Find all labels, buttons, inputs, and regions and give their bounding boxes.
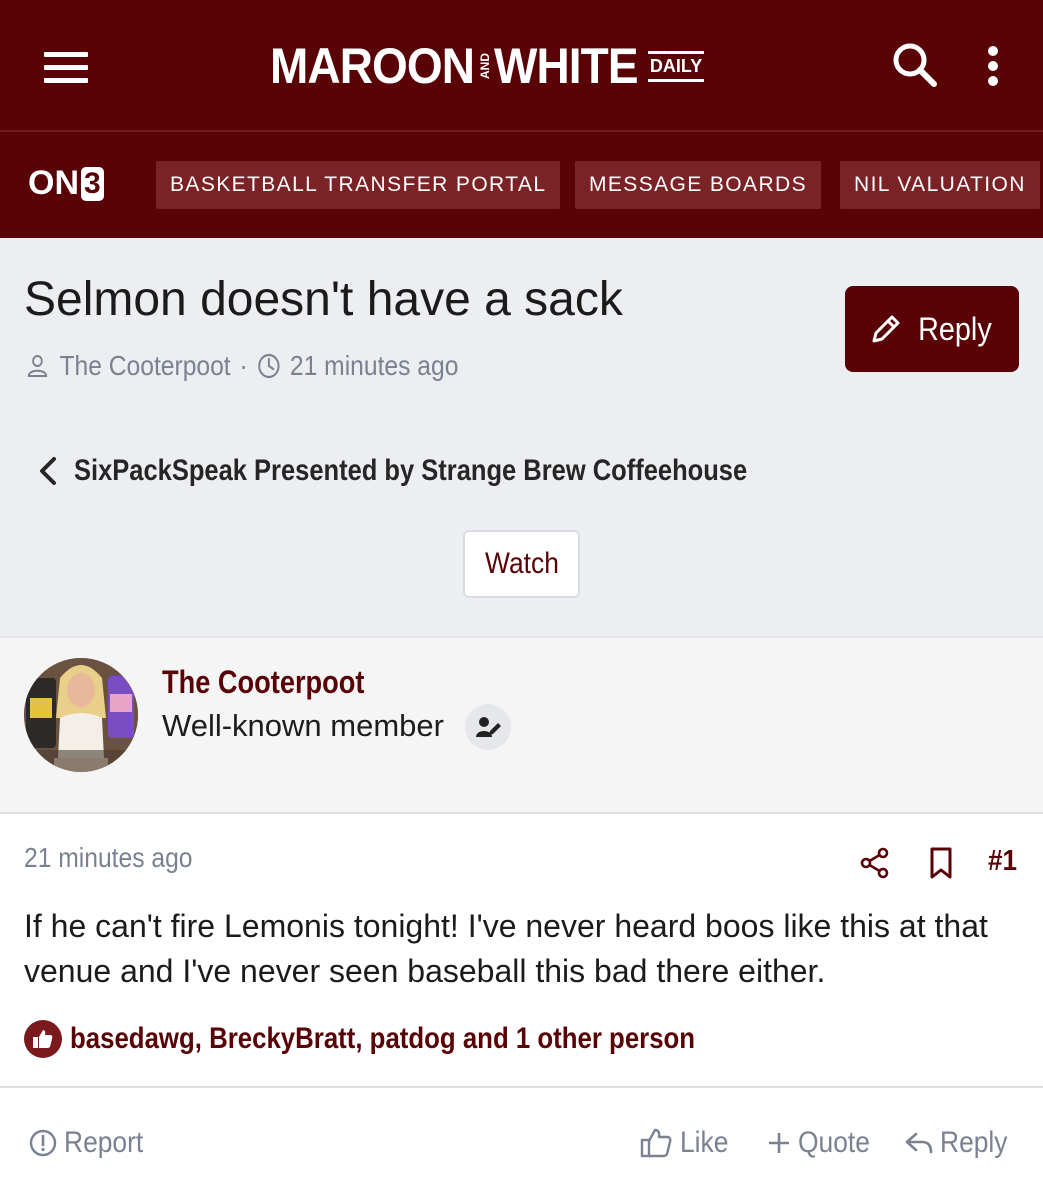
reactions-summary[interactable]: basedawg, BreckyBratt, patdog and 1 othe… bbox=[24, 1020, 797, 1058]
reply-button[interactable]: Reply bbox=[845, 286, 1019, 372]
on3-brand-number: 3 bbox=[81, 166, 104, 201]
bookmark-icon[interactable] bbox=[926, 846, 956, 880]
watch-button[interactable]: Watch bbox=[463, 530, 580, 598]
nav-item-message-boards[interactable]: MESSAGE BOARDS bbox=[575, 161, 821, 209]
quote-button[interactable]: Quote bbox=[766, 1126, 880, 1160]
alert-circle-icon bbox=[29, 1129, 57, 1157]
post-time[interactable]: 21 minutes ago bbox=[24, 842, 192, 874]
report-button[interactable]: Report bbox=[28, 1126, 154, 1160]
menu-icon[interactable] bbox=[40, 48, 92, 88]
reactions-names: basedawg, BreckyBratt, patdog and 1 othe… bbox=[70, 1022, 696, 1055]
site-logo[interactable]: MAROON AND WHITE DAILY bbox=[270, 38, 705, 94]
post-divider bbox=[0, 1086, 1043, 1088]
reply-post-button[interactable]: Reply bbox=[904, 1126, 1017, 1160]
meta-separator: · bbox=[239, 350, 248, 381]
quote-label: Quote bbox=[798, 1126, 870, 1159]
like-label: Like bbox=[680, 1126, 729, 1159]
logo-word-white: WHITE bbox=[493, 38, 639, 94]
user-title: Well-known member bbox=[162, 708, 444, 743]
reply-arrow-icon bbox=[905, 1132, 933, 1154]
plus-icon bbox=[769, 1133, 789, 1153]
nav-item-nil-valuation[interactable]: NIL VALUATION bbox=[840, 161, 1040, 209]
post-number-link[interactable]: #1 bbox=[988, 845, 1017, 878]
search-icon[interactable] bbox=[888, 38, 944, 94]
on3-brand: ON bbox=[28, 164, 79, 202]
user-edit-badge-icon bbox=[465, 704, 511, 750]
user-icon bbox=[27, 355, 48, 377]
logo-and: AND bbox=[477, 53, 492, 79]
breadcrumb-forum-link[interactable]: SixPackSpeak Presented by Strange Brew C… bbox=[38, 454, 866, 488]
report-label: Report bbox=[64, 1126, 144, 1159]
watch-button-label: Watch bbox=[484, 547, 559, 580]
like-button[interactable]: Like bbox=[640, 1126, 735, 1160]
thread-author[interactable]: The Cooterpoot bbox=[59, 350, 230, 382]
thread-title: Selmon doesn't have a sack bbox=[24, 273, 623, 326]
thumbs-up-reaction-icon bbox=[24, 1020, 62, 1058]
share-icon[interactable] bbox=[858, 846, 892, 880]
logo-daily: DAILY bbox=[647, 50, 705, 82]
post-username[interactable]: The Cooterpoot bbox=[162, 664, 364, 701]
avatar[interactable] bbox=[24, 658, 138, 772]
post-user-block bbox=[0, 636, 1043, 814]
thread-time[interactable]: 21 minutes ago bbox=[290, 350, 458, 382]
breadcrumb-label: SixPackSpeak Presented by Strange Brew C… bbox=[74, 454, 748, 487]
thumbs-up-icon bbox=[640, 1128, 672, 1158]
more-options-icon[interactable] bbox=[976, 40, 1010, 92]
thread-meta: The Cooterpoot · 21 minutes ago bbox=[26, 350, 458, 382]
nav-item-basketball-transfer-portal[interactable]: BASKETBALL TRANSFER PORTAL bbox=[156, 161, 561, 209]
chevron-left-icon bbox=[40, 457, 56, 485]
on3-logo[interactable]: ON 3 bbox=[28, 164, 104, 203]
post-body: If he can't fire Lemonis tonight! I've n… bbox=[24, 908, 988, 989]
logo-word-maroon: MAROON bbox=[270, 38, 475, 94]
reply-button-label: Reply bbox=[918, 310, 992, 347]
reply-post-label: Reply bbox=[940, 1126, 1008, 1159]
clock-icon bbox=[258, 353, 280, 379]
pencil-icon bbox=[872, 315, 900, 343]
